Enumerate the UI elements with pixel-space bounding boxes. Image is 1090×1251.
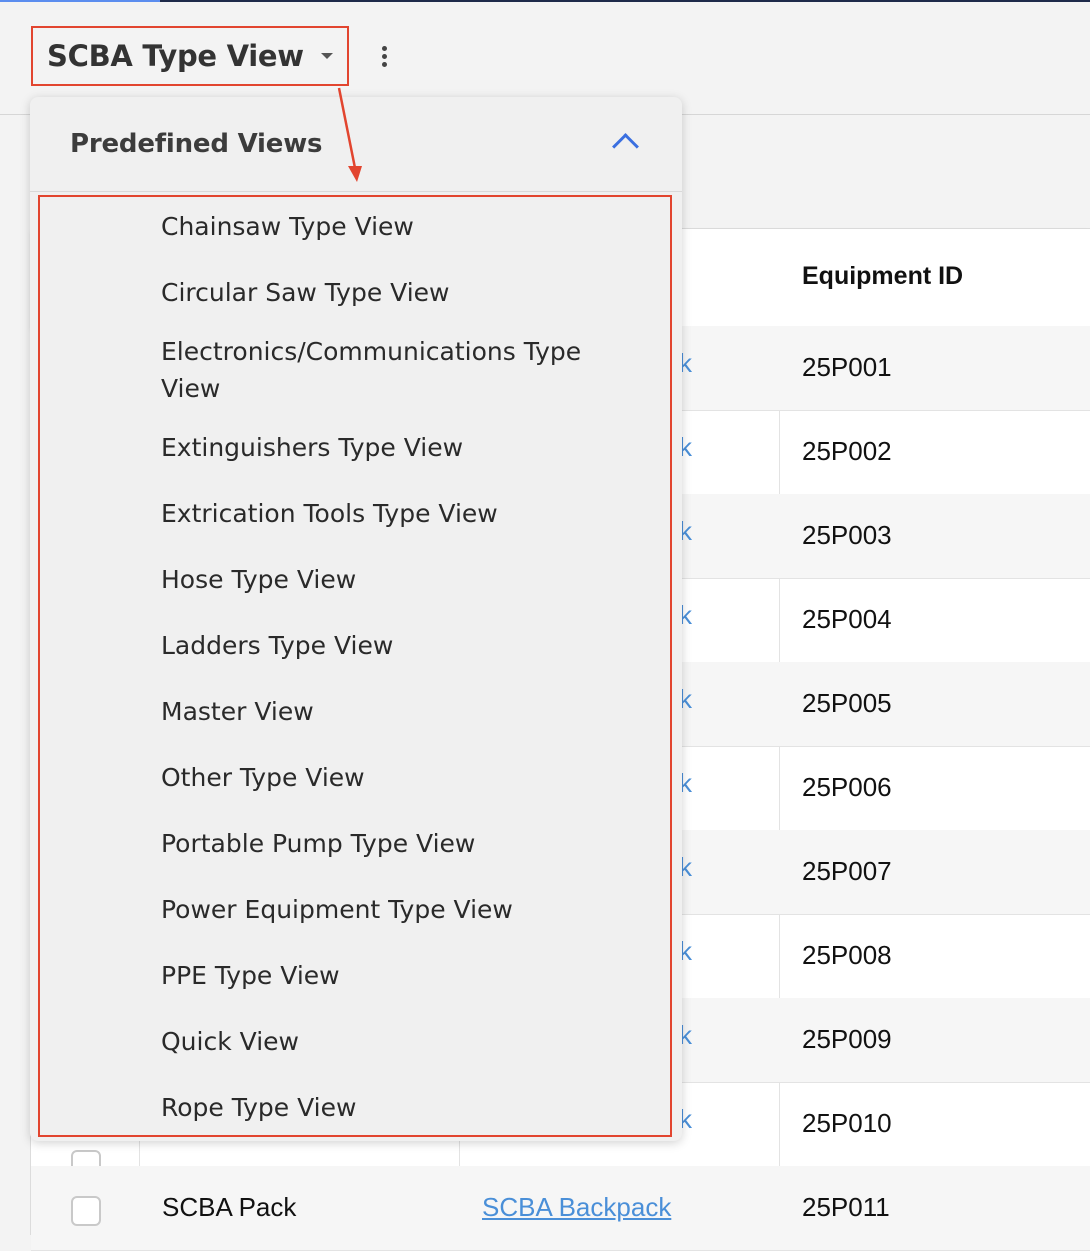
caret-down-icon — [321, 53, 333, 59]
dropdown-item[interactable]: Chainsaw Type View — [161, 208, 631, 245]
chevron-up-icon[interactable] — [612, 133, 639, 160]
top-rule-accent — [0, 0, 160, 2]
dropdown-item[interactable]: Portable Pump Type View — [161, 825, 631, 862]
dropdown-item[interactable]: Extrication Tools Type View — [161, 495, 631, 532]
equipment-id-cell: 25P006 — [802, 772, 892, 802]
dropdown-item[interactable]: Master View — [161, 693, 631, 730]
view-selector-button[interactable]: SCBA Type View — [31, 26, 349, 86]
dropdown-item[interactable]: Hose Type View — [161, 561, 631, 598]
dropdown-item[interactable]: Power Equipment Type View — [161, 891, 631, 928]
dropdown-item[interactable]: Circular Saw Type View — [161, 274, 631, 311]
predefined-views-header[interactable]: Predefined Views — [30, 97, 682, 192]
equipment-id-cell: 25P003 — [802, 520, 892, 550]
equipment-id-cell: 25P004 — [802, 604, 892, 634]
dropdown-item[interactable]: Electronics/Communications Type View — [161, 333, 631, 407]
dropdown-item[interactable]: Quick View — [161, 1023, 631, 1060]
view-selector-title: SCBA Type View — [47, 39, 304, 73]
equipment-id-cell: 25P001 — [802, 352, 892, 382]
equipment-id-cell: 25P002 — [802, 436, 892, 466]
dropdown-item[interactable]: PPE Type View — [161, 957, 631, 994]
top-progress-rule — [0, 0, 1090, 2]
more-options-icon[interactable] — [379, 46, 389, 72]
type-cell: SCBA Pack — [162, 1192, 297, 1222]
dropdown-item[interactable]: Extinguishers Type View — [161, 429, 631, 466]
dropdown-item[interactable]: Ladders Type View — [161, 627, 631, 664]
dropdown-item[interactable]: Other Type View — [161, 759, 631, 796]
dropdown-item[interactable]: Rope Type View — [161, 1089, 631, 1126]
equipment-link[interactable]: SCBA Backpack — [482, 1192, 671, 1223]
equipment-id-cell: 25P007 — [802, 856, 892, 886]
row-checkbox[interactable] — [71, 1196, 101, 1226]
table-row[interactable]: 25P011 SCBA Pack SCBA Backpack — [31, 1166, 1090, 1251]
equipment-id-cell: 25P010 — [802, 1108, 892, 1138]
equipment-id-cell: 25P009 — [802, 1024, 892, 1054]
equipment-id-cell: 25P011 — [802, 1192, 890, 1222]
column-header-equipment-id[interactable]: Equipment ID — [802, 262, 963, 291]
predefined-views-dropdown: Predefined Views Chainsaw Type View Circu… — [30, 97, 682, 1141]
equipment-id-cell: 25P005 — [802, 688, 892, 718]
equipment-id-cell: 25P008 — [802, 940, 892, 970]
predefined-views-title: Predefined Views — [70, 129, 323, 159]
